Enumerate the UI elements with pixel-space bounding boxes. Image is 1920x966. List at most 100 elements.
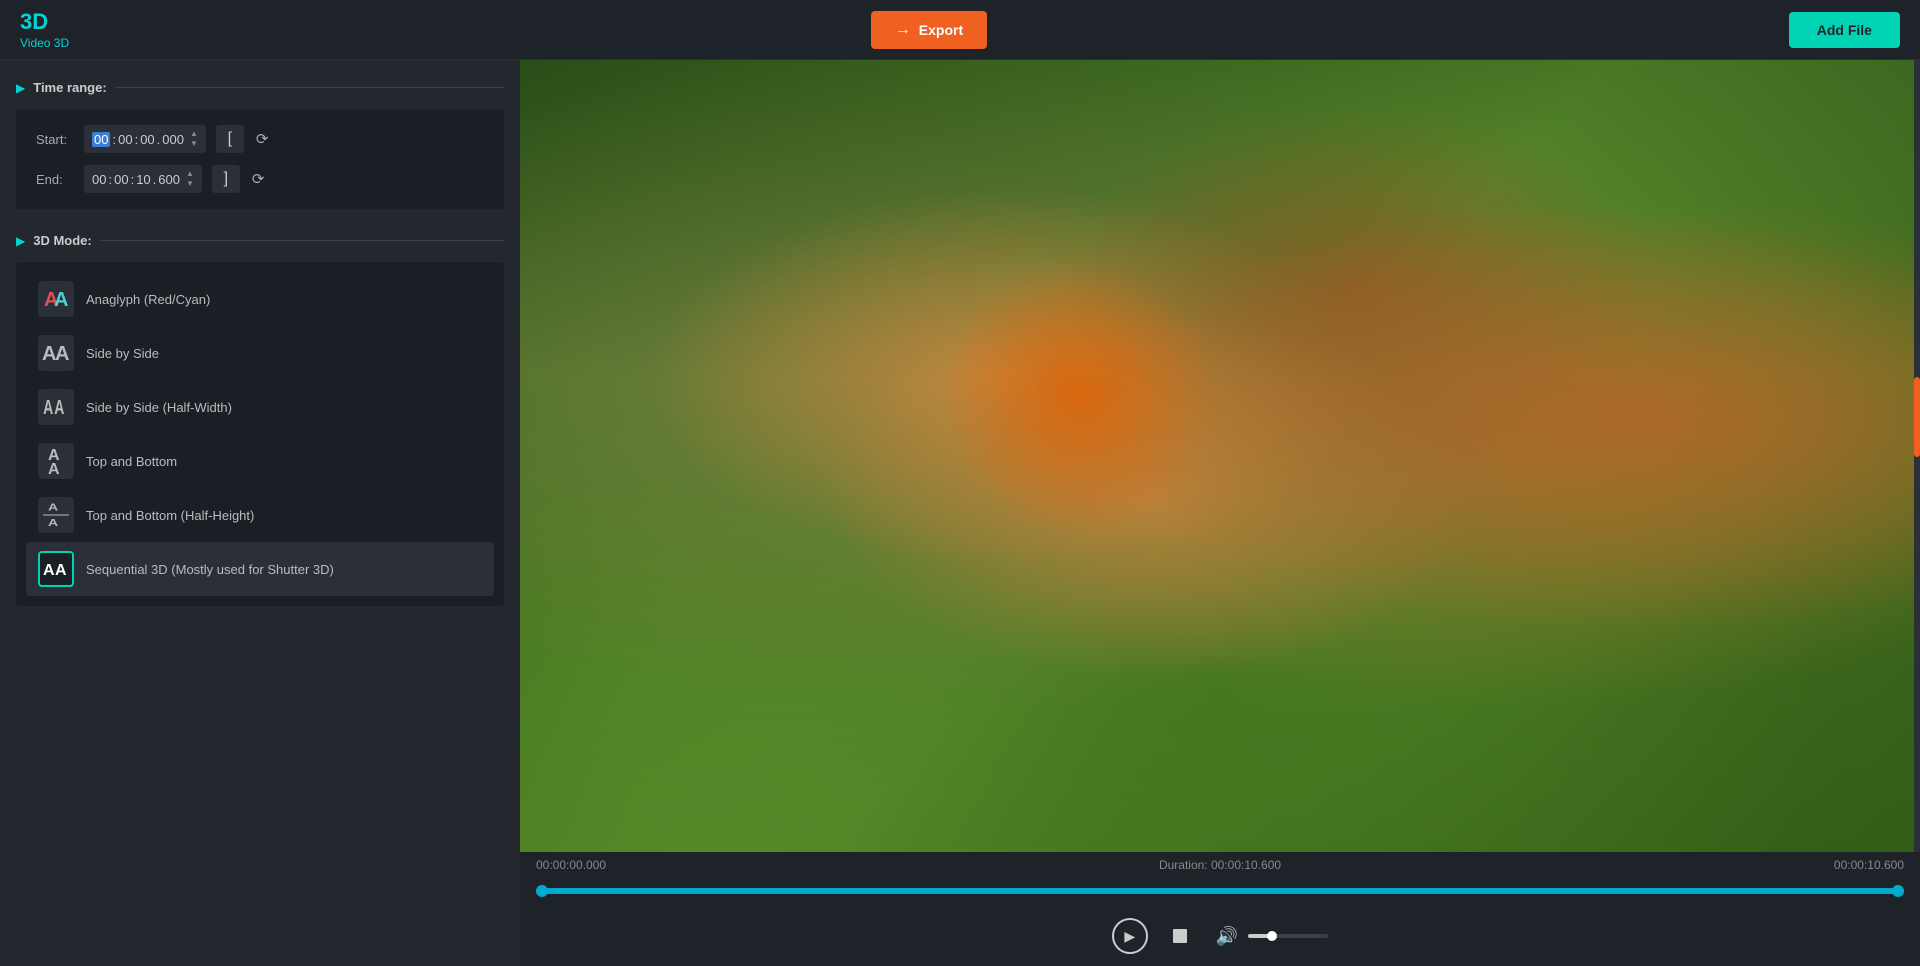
- video-duration: Duration: 00:00:10.600: [1159, 858, 1281, 872]
- mode-label-sbs-half: Side by Side (Half-Width): [86, 400, 232, 415]
- end-bracket-button[interactable]: ]: [212, 165, 240, 193]
- start-time-input[interactable]: 00 : 00 : 00 . 000 ▲ ▼: [84, 125, 206, 152]
- video-preview: [520, 60, 1920, 852]
- mode-box: A A Anaglyph (Red/Cyan) A A Side by Side: [16, 262, 504, 606]
- start-time-row: Start: 00 : 00 : 00 . 000 ▲ ▼ [ ⟳: [36, 125, 484, 153]
- svg-text:A: A: [43, 562, 55, 579]
- volume-icon: 🔊: [1216, 926, 1238, 947]
- mode-arrow-icon[interactable]: ▶: [16, 234, 25, 248]
- video-scrollbar[interactable]: [1914, 60, 1920, 852]
- end-time-input[interactable]: 00 : 00 : 10 . 600 ▲ ▼: [84, 165, 202, 192]
- time-range-title: Time range:: [33, 80, 106, 95]
- end-sep2: :: [131, 172, 135, 187]
- svg-text:A: A: [55, 343, 69, 365]
- start-spin-up[interactable]: ▲: [190, 129, 198, 139]
- add-file-button[interactable]: Add File: [1789, 12, 1900, 48]
- svg-text:A: A: [43, 395, 53, 418]
- svg-text:A: A: [48, 461, 60, 476]
- mode-item-sequential[interactable]: A A Sequential 3D (Mostly used for Shutt…: [26, 542, 494, 596]
- start-spinners[interactable]: ▲ ▼: [190, 129, 198, 148]
- end-spin-up[interactable]: ▲: [186, 169, 194, 179]
- start-hours[interactable]: 00: [92, 132, 110, 147]
- mode-item-tb-half[interactable]: A A Top and Bottom (Half-Height): [26, 488, 494, 542]
- volume-track[interactable]: [1248, 934, 1328, 938]
- end-ms[interactable]: 600: [158, 172, 180, 187]
- end-reset-button[interactable]: ⟳: [250, 168, 267, 190]
- mode-title: 3D Mode:: [33, 233, 92, 248]
- start-sep2: :: [135, 132, 139, 147]
- start-sep1: :: [112, 132, 116, 147]
- mode-section-header: ▶ 3D Mode:: [16, 233, 504, 248]
- start-bracket-button[interactable]: [: [216, 125, 244, 153]
- mode-item-tb[interactable]: A A Top and Bottom: [26, 434, 494, 488]
- volume-button[interactable]: 🔊: [1212, 922, 1242, 951]
- end-sep3: .: [153, 172, 157, 187]
- sbs-half-icon: A A: [38, 389, 74, 425]
- end-minutes[interactable]: 00: [114, 172, 128, 187]
- end-seconds[interactable]: 10: [136, 172, 150, 187]
- start-label: Start:: [36, 132, 74, 147]
- end-spinners[interactable]: ▲ ▼: [186, 169, 194, 188]
- video-info-bar: 00:00:00.000 Duration: 00:00:10.600 00:0…: [520, 852, 1920, 878]
- svg-text:A: A: [54, 395, 64, 418]
- time-range-box: Start: 00 : 00 : 00 . 000 ▲ ▼ [ ⟳: [16, 109, 504, 209]
- main-content: ▶ Time range: Start: 00 : 00 : 00 . 000 …: [0, 60, 1920, 966]
- end-sep1: :: [108, 172, 112, 187]
- start-seconds[interactable]: 00: [140, 132, 154, 147]
- sbs-icon: A A: [38, 335, 74, 371]
- time-range-divider: [115, 87, 504, 88]
- logo-area: 3D Video 3D: [20, 9, 69, 50]
- export-button[interactable]: → Export: [871, 11, 987, 49]
- mode-label-tb-half: Top and Bottom (Half-Height): [86, 508, 254, 523]
- video-scrollbar-thumb[interactable]: [1914, 377, 1920, 457]
- svg-text:A: A: [55, 562, 67, 579]
- end-time-row: End: 00 : 00 : 10 . 600 ▲ ▼ ] ⟳: [36, 165, 484, 193]
- mode-label-tb: Top and Bottom: [86, 454, 177, 469]
- video-start-time: 00:00:00.000: [536, 858, 606, 872]
- video-end-time: 00:00:10.600: [1834, 858, 1904, 872]
- play-button[interactable]: ▶: [1112, 918, 1148, 954]
- mode-divider: [100, 240, 504, 241]
- mode-item-sbs-half[interactable]: A A Side by Side (Half-Width): [26, 380, 494, 434]
- timeline-area: [520, 878, 1920, 910]
- start-spin-down[interactable]: ▼: [190, 139, 198, 149]
- app-subtitle: Video 3D: [20, 36, 69, 50]
- app-logo: 3D: [20, 9, 69, 35]
- end-label: End:: [36, 172, 74, 187]
- timeline-handle-right[interactable]: [1892, 885, 1904, 897]
- play-icon: ▶: [1124, 928, 1135, 945]
- volume-thumb[interactable]: [1267, 931, 1277, 941]
- tb-icon: A A: [38, 443, 74, 479]
- sequential-icon: A A: [38, 551, 74, 587]
- end-spin-down[interactable]: ▼: [186, 179, 194, 189]
- left-panel: ▶ Time range: Start: 00 : 00 : 00 . 000 …: [0, 60, 520, 966]
- export-icon: →: [895, 21, 911, 39]
- svg-text:A: A: [48, 502, 58, 513]
- stop-icon: [1173, 929, 1187, 943]
- mode-label-sequential: Sequential 3D (Mostly used for Shutter 3…: [86, 562, 334, 577]
- export-label: Export: [919, 22, 963, 38]
- svg-text:A: A: [54, 289, 68, 311]
- video-container: [520, 60, 1920, 852]
- mode-item-anaglyph[interactable]: A A Anaglyph (Red/Cyan): [26, 272, 494, 326]
- anaglyph-icon: A A: [38, 281, 74, 317]
- timeline-progress: [536, 888, 1904, 894]
- topbar: 3D Video 3D → Export Add File: [0, 0, 1920, 60]
- start-minutes[interactable]: 00: [118, 132, 132, 147]
- right-panel: 00:00:00.000 Duration: 00:00:10.600 00:0…: [520, 60, 1920, 966]
- end-hours[interactable]: 00: [92, 172, 106, 187]
- start-sep3: .: [157, 132, 161, 147]
- start-ms[interactable]: 000: [162, 132, 184, 147]
- mode-label-sbs: Side by Side: [86, 346, 159, 361]
- tb-half-icon: A A: [38, 497, 74, 533]
- volume-area: 🔊: [1212, 922, 1328, 951]
- stop-button[interactable]: [1164, 920, 1196, 952]
- start-reset-button[interactable]: ⟳: [254, 128, 271, 150]
- mode-label-anaglyph: Anaglyph (Red/Cyan): [86, 292, 210, 307]
- svg-text:A: A: [48, 517, 58, 528]
- time-range-arrow-icon[interactable]: ▶: [16, 81, 25, 95]
- timeline-track[interactable]: [536, 888, 1904, 894]
- timeline-handle-left[interactable]: [536, 885, 548, 897]
- mode-item-sbs[interactable]: A A Side by Side: [26, 326, 494, 380]
- time-range-section-header: ▶ Time range:: [16, 80, 504, 95]
